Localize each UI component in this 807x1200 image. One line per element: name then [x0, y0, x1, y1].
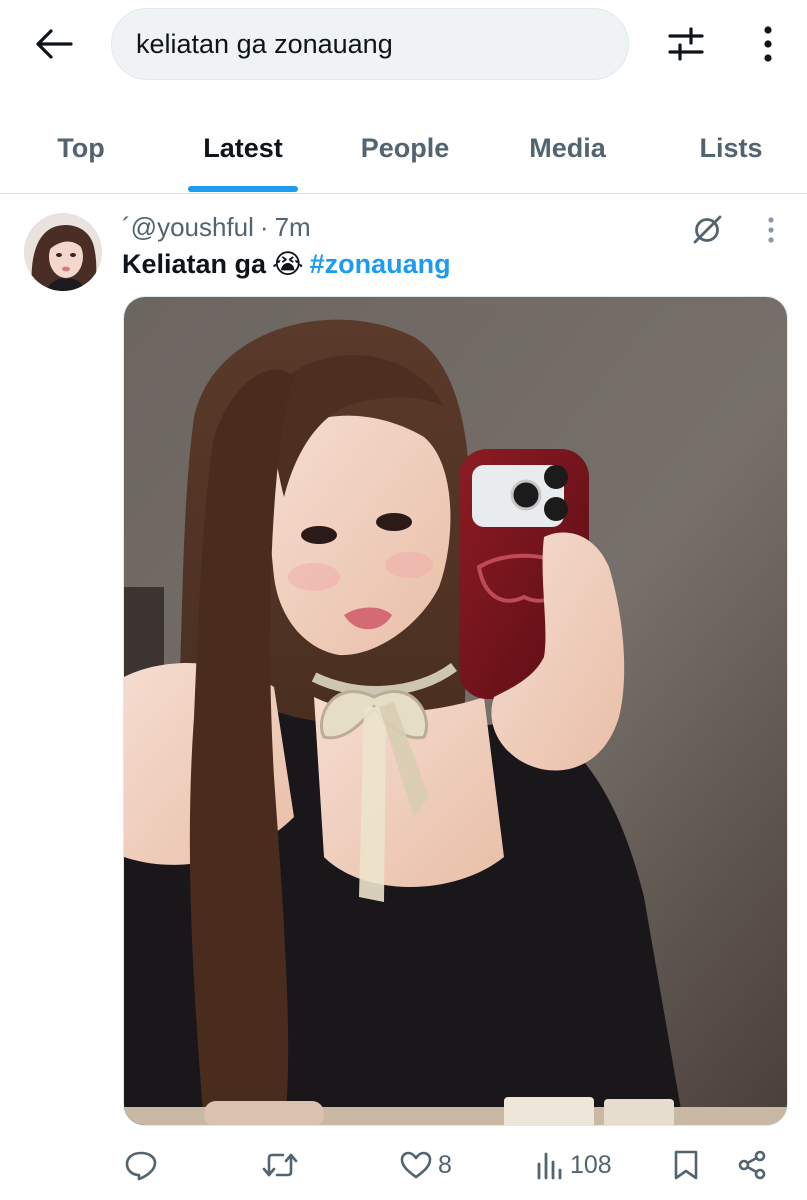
heart-icon: [400, 1151, 432, 1179]
reply-button[interactable]: [124, 1144, 158, 1186]
active-tab-indicator: [188, 186, 298, 192]
like-button[interactable]: 8: [400, 1144, 452, 1186]
views-button[interactable]: 108: [534, 1144, 612, 1186]
grok-icon: [693, 215, 722, 244]
view-count: 108: [570, 1150, 612, 1179]
vertical-dots-icon: [768, 217, 774, 243]
tab-top[interactable]: Top: [40, 110, 122, 194]
sliders-icon: [668, 27, 704, 61]
tab-label: Media: [529, 133, 606, 163]
tweet-text: Keliatan ga 😭 #zonauang: [122, 249, 451, 280]
tab-label: People: [360, 133, 450, 163]
more-options-button[interactable]: [748, 22, 788, 66]
tweet[interactable]: ´ @youshful · 7m Keliatan ga 😭 #zonauang: [0, 195, 807, 1200]
user-handle[interactable]: @youshful: [131, 212, 254, 243]
bar-chart-icon: [537, 1152, 562, 1180]
search-bar[interactable]: [111, 8, 629, 80]
search-tabs: Top Latest People Media Lists: [0, 110, 807, 194]
bookmark-button[interactable]: [672, 1144, 700, 1186]
hashtag-link[interactable]: #zonauang: [310, 249, 451, 280]
avatar[interactable]: [24, 213, 102, 291]
like-count: 8: [438, 1150, 452, 1179]
tab-lists[interactable]: Lists: [690, 110, 772, 194]
reply-icon: [125, 1151, 157, 1181]
top-bar: [0, 0, 807, 92]
arrow-left-icon: [36, 29, 73, 59]
tweet-media[interactable]: [123, 296, 788, 1126]
filter-button[interactable]: [662, 22, 710, 66]
tweet-action-bar: 8 108: [0, 1140, 807, 1190]
tab-people[interactable]: People: [350, 110, 460, 194]
tweet-header: ´ @youshful · 7m: [122, 209, 311, 245]
grok-button[interactable]: [688, 211, 726, 249]
search-input[interactable]: [136, 28, 606, 60]
tab-label: Latest: [203, 133, 283, 163]
bookmark-icon: [674, 1150, 698, 1180]
share-button[interactable]: [736, 1144, 768, 1186]
tab-media[interactable]: Media: [515, 110, 620, 194]
share-icon: [738, 1150, 766, 1180]
tweet-more-button[interactable]: [758, 211, 784, 249]
vertical-dots-icon: [764, 26, 772, 62]
crying-face-emoji: 😭: [272, 249, 304, 279]
handle-prefix: ´: [122, 211, 131, 242]
tab-latest[interactable]: Latest: [188, 110, 298, 194]
timestamp[interactable]: 7m: [275, 212, 311, 243]
tweet-body: Keliatan ga: [122, 249, 267, 279]
tab-label: Lists: [699, 133, 763, 163]
retweet-button[interactable]: [261, 1144, 299, 1186]
retweet-icon: [262, 1153, 298, 1177]
separator-dot: ·: [259, 211, 269, 242]
back-button[interactable]: [30, 22, 78, 66]
tab-label: Top: [57, 133, 105, 163]
